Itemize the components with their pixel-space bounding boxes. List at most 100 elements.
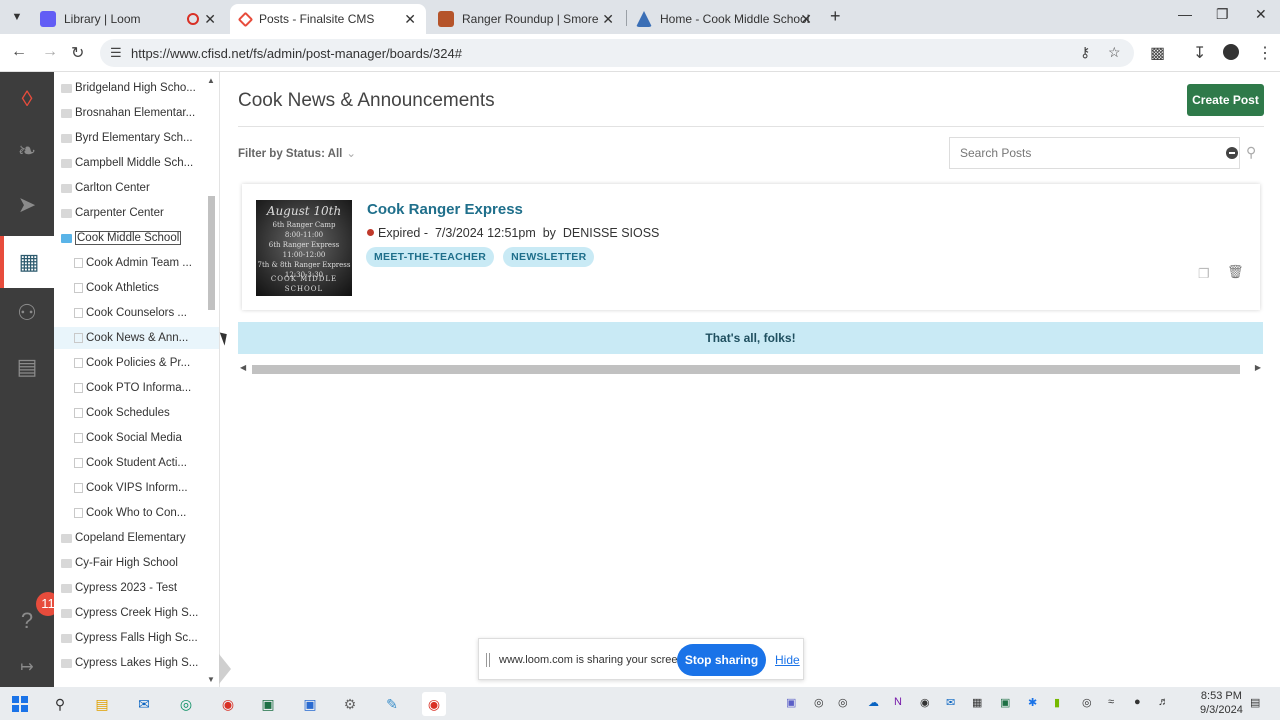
tree-folder[interactable]: Copeland Elementary <box>54 527 204 549</box>
system-clock[interactable]: 8:53 PM 9/3/2024 <box>1200 689 1243 717</box>
microphone-icon[interactable]: ● <box>1134 696 1141 708</box>
horizontal-scrollbar[interactable]: ◀ ▶ <box>238 362 1263 376</box>
sidebar-collapse-handle[interactable] <box>219 654 231 684</box>
tree-folder[interactable]: Cypress 2023 - Test <box>54 577 204 599</box>
new-tab-button[interactable]: + <box>830 6 841 27</box>
minimize-icon[interactable]: — <box>1178 6 1192 22</box>
stop-sharing-button[interactable]: Stop sharing <box>677 644 766 676</box>
clear-search-icon[interactable] <box>1226 147 1238 159</box>
tree-board[interactable]: Cook Athletics <box>54 277 204 299</box>
search-icon[interactable]: ⚲ <box>1246 144 1256 161</box>
tray-app-icon[interactable]: ◎ <box>814 696 824 709</box>
password-key-icon[interactable]: ⚷ <box>1080 44 1090 61</box>
chrome-active-icon[interactable]: ◉ <box>422 692 446 716</box>
tray-app-icon[interactable]: ▣ <box>1000 696 1010 709</box>
status-filter[interactable]: Filter by Status: All ⌄ <box>238 146 356 160</box>
photoshop-icon[interactable]: ▣ <box>298 692 322 716</box>
site-info-icon[interactable]: ☰ <box>110 45 122 61</box>
scroll-thumb[interactable] <box>208 196 215 310</box>
scroll-left-icon[interactable]: ◀ <box>240 363 246 372</box>
forward-icon[interactable]: → <box>42 43 58 61</box>
tree-folder[interactable]: Cypress Lakes High S... <box>54 652 204 674</box>
excel-icon[interactable]: ▣ <box>256 692 280 716</box>
close-icon[interactable]: ✕ <box>602 11 614 28</box>
wifi-icon[interactable]: ≈ <box>1108 696 1114 708</box>
teams-icon[interactable]: ▣ <box>786 696 796 709</box>
scroll-up-icon[interactable]: ▲ <box>207 76 215 85</box>
windows-start-icon[interactable] <box>8 692 32 716</box>
feather-icon[interactable]: ❧ <box>0 126 54 176</box>
tab-finalsite-cms[interactable]: Posts - Finalsite CMS ✕ <box>230 4 426 34</box>
tab-smore-news[interactable]: Ranger Roundup | Smore News ✕ <box>428 4 624 34</box>
notifications-icon[interactable]: ▤ <box>1250 696 1260 709</box>
onenote-icon[interactable]: N <box>894 696 902 708</box>
logout-icon[interactable]: ↦ <box>0 642 54 692</box>
tree-board[interactable]: Cook News & Ann... <box>54 327 219 349</box>
tree-folder[interactable]: Carlton Center <box>54 177 204 199</box>
window-close-icon[interactable]: ✕ <box>1255 6 1267 23</box>
drag-handle[interactable] <box>486 653 490 667</box>
downloads-icon[interactable]: ↧ <box>1193 43 1206 63</box>
tray-app-icon[interactable]: ◎ <box>838 696 848 709</box>
scroll-down-icon[interactable]: ▼ <box>207 675 215 684</box>
menu-kebab-icon[interactable]: ⋮ <box>1257 43 1273 63</box>
tree-board[interactable]: Cook Social Media <box>54 427 204 449</box>
bluetooth-icon[interactable]: ✱ <box>1028 696 1037 709</box>
tag-badge[interactable]: MEET-THE-TEACHER <box>366 247 495 267</box>
post-thumbnail[interactable]: August 10th 6th Ranger Camp 8:00-11:00 6… <box>256 200 352 296</box>
tree-board[interactable]: Cook Schedules <box>54 402 204 424</box>
paper-plane-icon[interactable]: ➤ <box>0 180 54 230</box>
dashboard-icon[interactable]: ▦ <box>0 236 54 288</box>
tree-folder[interactable]: Carpenter Center <box>54 202 204 224</box>
tree-folder[interactable]: Byrd Elementary Sch... <box>54 127 204 149</box>
file-explorer-icon[interactable]: ▤ <box>90 692 114 716</box>
tag-badge[interactable]: NEWSLETTER <box>503 247 595 267</box>
tray-app-icon[interactable]: ◉ <box>920 696 930 709</box>
copy-icon[interactable]: ❐ <box>1198 266 1210 282</box>
tree-board[interactable]: Cook PTO Informa... <box>54 377 204 399</box>
close-icon[interactable]: ✕ <box>404 11 416 28</box>
finalsite-logo-icon[interactable]: ◊ <box>0 74 54 124</box>
scroll-thumb[interactable] <box>252 365 1240 374</box>
notes-icon[interactable]: ✎ <box>380 692 404 716</box>
tree-board[interactable]: Cook VIPS Inform... <box>54 477 204 499</box>
outlook-tray-icon[interactable]: ✉ <box>946 696 955 709</box>
tab-library-loom[interactable]: Library | Loom ✕ <box>30 4 226 34</box>
tree-folder[interactable]: Bridgeland High Scho... <box>54 77 204 99</box>
volume-icon[interactable]: ♬ <box>1158 696 1169 708</box>
trash-icon[interactable]: 🗑 <box>1227 264 1244 280</box>
tree-board[interactable]: Cook Student Acti... <box>54 452 204 474</box>
tree-folder[interactable]: Cypress Creek High S... <box>54 602 204 624</box>
tree-board[interactable]: Cook Counselors ... <box>54 302 204 324</box>
tray-app-icon[interactable]: ▦ <box>972 696 982 709</box>
search-input[interactable] <box>960 138 1220 168</box>
nvidia-icon[interactable]: ▮ <box>1054 696 1060 709</box>
close-icon[interactable]: ✕ <box>204 11 216 28</box>
outlook-icon[interactable]: ✉ <box>132 692 156 716</box>
tree-folder[interactable]: Cook Middle School <box>54 227 204 249</box>
back-icon[interactable]: ← <box>11 43 27 61</box>
post-card[interactable]: August 10th 6th Ranger Camp 8:00-11:00 6… <box>242 184 1260 310</box>
search-icon[interactable]: ⚲ <box>48 692 72 716</box>
tree-scrollbar[interactable]: ▲ ▼ <box>206 76 216 684</box>
tree-folder[interactable]: Brosnahan Elementar... <box>54 102 204 124</box>
tree-board[interactable]: Cook Admin Team ... <box>54 252 204 274</box>
create-post-button[interactable]: Create Post <box>1187 84 1264 116</box>
edge-icon[interactable]: ◎ <box>174 692 198 716</box>
close-icon[interactable]: ✕ <box>800 11 812 28</box>
address-bar[interactable]: ☰ https://www.cfisd.net/fs/admin/post-ma… <box>100 39 1134 67</box>
tree-folder[interactable]: Cy-Fair High School <box>54 552 204 574</box>
reload-icon[interactable]: ↻ <box>71 43 84 63</box>
tree-folder[interactable]: Cypress Falls High Sc... <box>54 627 204 649</box>
folder-icon[interactable]: ▤ <box>0 342 54 392</box>
people-icon[interactable]: ⚇ <box>0 288 54 338</box>
settings-gear-icon[interactable]: ⚙ <box>338 692 362 716</box>
bookmark-star-icon[interactable]: ☆ <box>1108 44 1121 61</box>
tab-cook-home[interactable]: Home - Cook Middle School ✕ <box>626 4 822 34</box>
hide-link[interactable]: Hide <box>775 653 800 667</box>
tree-board[interactable]: Cook Who to Con... <box>54 502 204 524</box>
chrome-icon[interactable]: ◉ <box>216 692 240 716</box>
tray-app-icon[interactable]: ◎ <box>1082 696 1092 709</box>
scroll-right-icon[interactable]: ▶ <box>1255 363 1261 372</box>
tab-search-icon[interactable]: ▼ <box>8 8 26 26</box>
